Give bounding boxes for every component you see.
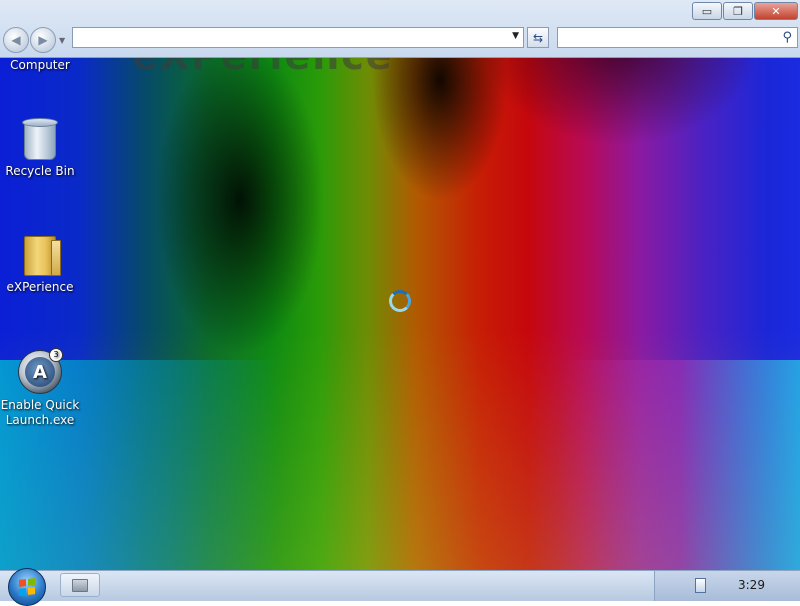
desktop-icon-computer[interactable]: Computer xyxy=(0,58,80,72)
address-bar[interactable]: ▼ xyxy=(72,27,524,48)
recent-pages-dropdown-icon[interactable]: ▼ xyxy=(59,36,65,45)
wallpaper-haze xyxy=(0,360,800,580)
search-icon[interactable]: ⚲ xyxy=(782,30,792,45)
window-caption-buttons: ▭ ❐ ✕ xyxy=(692,2,798,20)
search-input[interactable] xyxy=(558,28,781,47)
explorer-toolbar: ▭ ❐ ✕ ◀ ▶ ▼ ▼ ⇆ ⚲ xyxy=(0,0,800,58)
desktop-icon-label: Recycle Bin xyxy=(5,164,75,178)
notification-icon[interactable] xyxy=(695,578,706,593)
refresh-button[interactable]: ⇆ xyxy=(527,27,549,48)
minimize-button[interactable]: ▭ xyxy=(692,2,722,20)
clock[interactable]: 3:29 xyxy=(738,578,765,592)
navigation-buttons: ◀ ▶ ▼ xyxy=(3,27,65,53)
back-button[interactable]: ◀ xyxy=(3,27,29,53)
refresh-icon: ⇆ xyxy=(532,30,544,45)
forward-button[interactable]: ▶ xyxy=(30,27,56,53)
busy-spinner-icon xyxy=(389,290,411,312)
forward-arrow-icon: ▶ xyxy=(38,33,48,47)
taskbar-explorer-button[interactable] xyxy=(60,573,100,597)
search-box[interactable]: ⚲ xyxy=(557,27,798,48)
badge-icon: 3 xyxy=(49,348,63,362)
desktop-icon-label: Enable Quick Launch.exe xyxy=(0,398,80,427)
desktop-icon-experience-folder[interactable]: eXPerience xyxy=(0,236,80,295)
recycle-bin-icon xyxy=(22,118,58,160)
back-arrow-icon: ◀ xyxy=(11,33,21,47)
system-tray: 3:29 xyxy=(654,571,800,601)
start-button[interactable] xyxy=(8,568,46,606)
restore-button[interactable]: ❐ xyxy=(723,2,753,20)
folder-icon xyxy=(24,236,61,276)
desktop-icon-enable-quick-launch[interactable]: A 3 Enable Quick Launch.exe xyxy=(0,348,80,428)
desktop-icon-label: Computer xyxy=(10,58,70,72)
quick-launch-app-icon: A 3 xyxy=(18,348,63,394)
address-input[interactable] xyxy=(73,28,511,47)
taskbar: 3:29 xyxy=(0,568,800,606)
windows-logo-icon xyxy=(19,578,35,596)
close-button[interactable]: ✕ xyxy=(754,2,798,20)
address-dropdown-icon[interactable]: ▼ xyxy=(512,31,519,41)
windows-explorer-icon xyxy=(72,578,88,592)
desktop-icon-label: eXPerience xyxy=(6,280,74,294)
desktop-icon-recycle-bin[interactable]: Recycle Bin xyxy=(0,118,80,179)
